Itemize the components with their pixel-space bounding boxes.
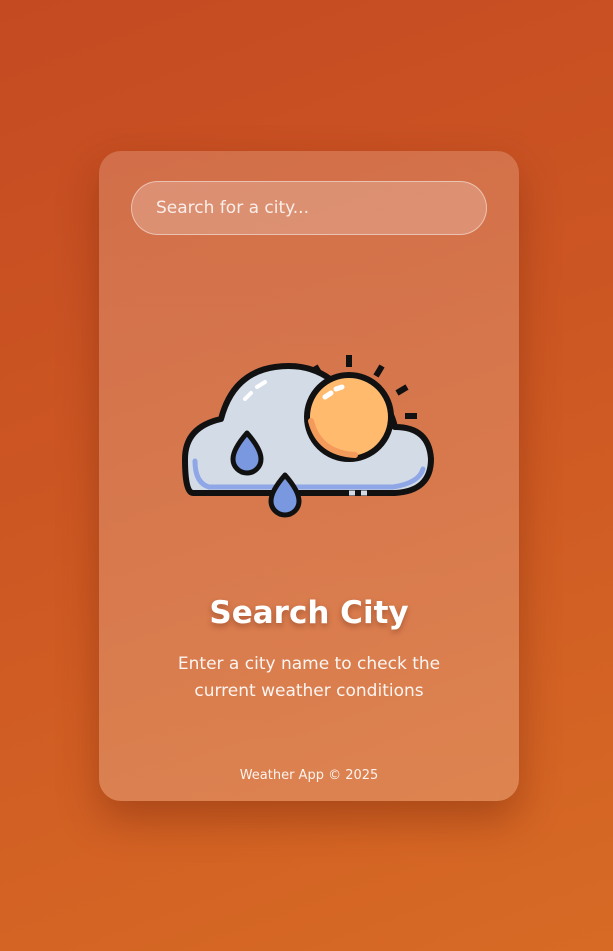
instruction-text: Enter a city name to check the current w…: [177, 654, 441, 701]
weather-card: Search City Enter a city name to check t…: [99, 151, 519, 801]
footer-copyright: Weather App © 2025: [239, 768, 379, 783]
page-title: Search City: [209, 595, 409, 631]
search-bar: [131, 181, 487, 235]
cloud-sun-rain-icon: [182, 355, 434, 518]
search-input[interactable]: [131, 181, 487, 235]
